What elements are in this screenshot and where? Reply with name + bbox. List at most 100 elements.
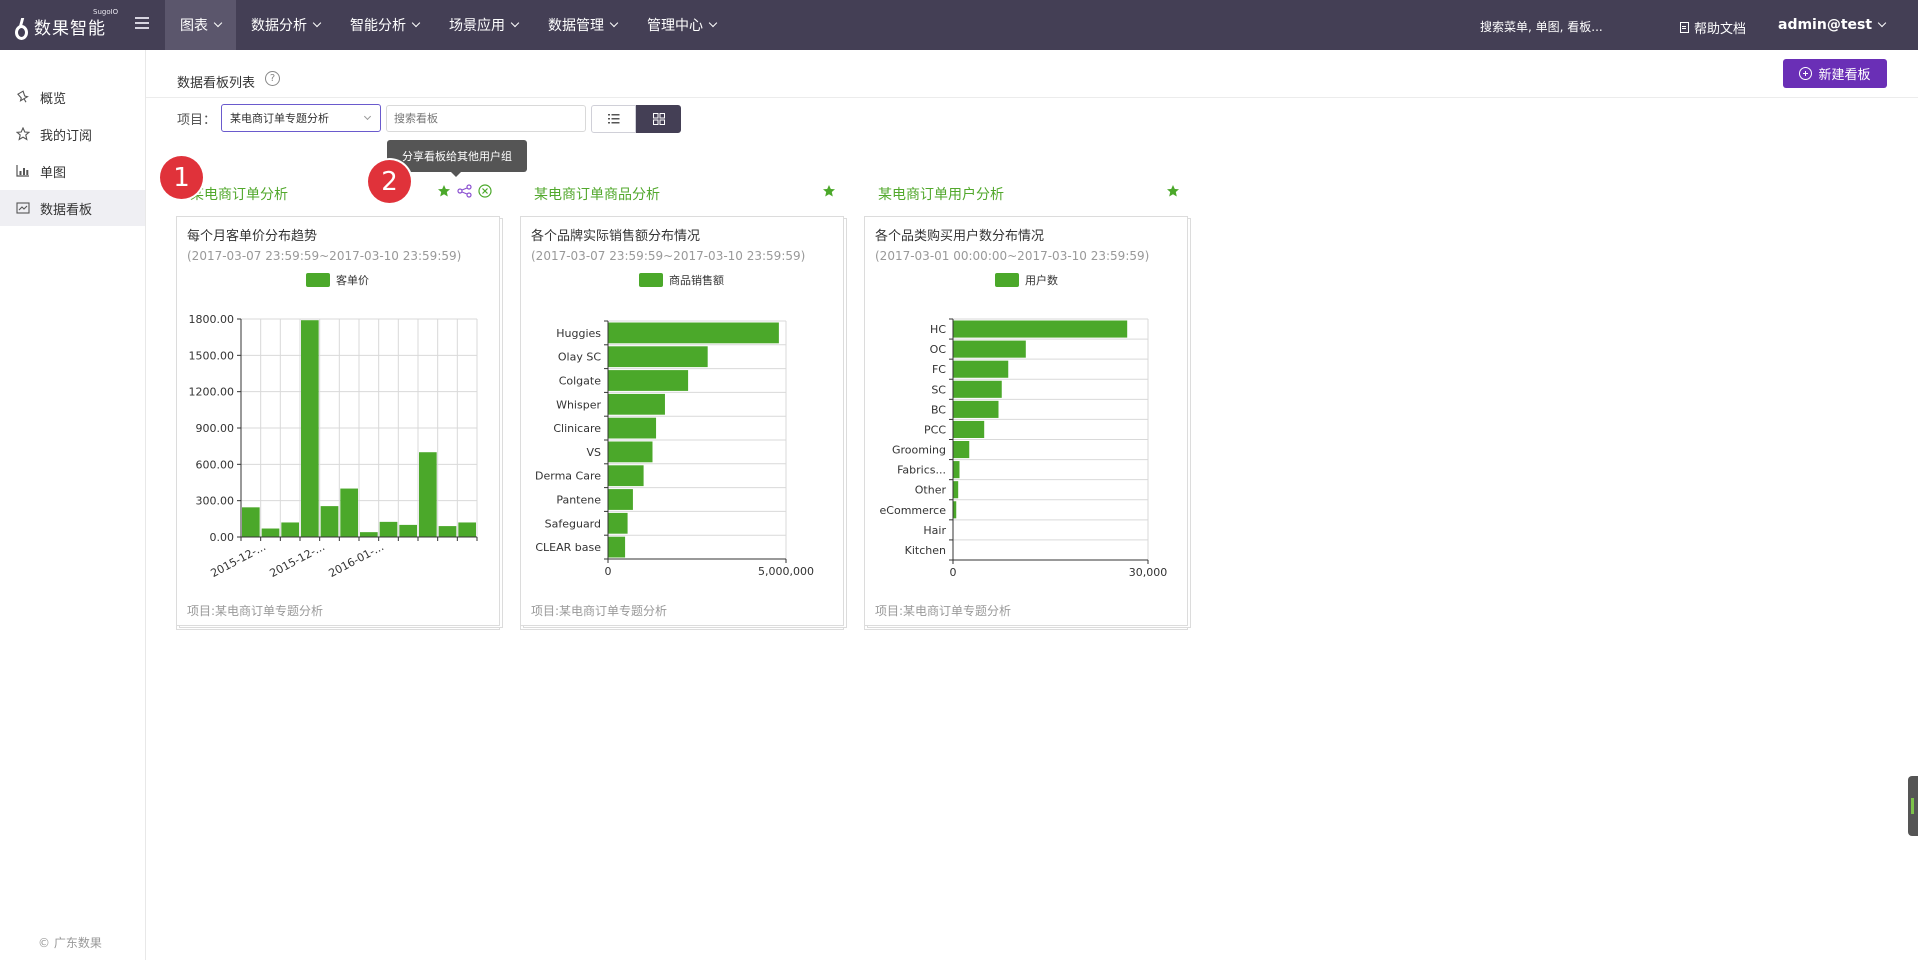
chevron-down-icon (510, 18, 520, 28)
y-tick-label: 1500.00 (189, 349, 235, 362)
dashboard-title[interactable]: 某电商订单用户分析 (878, 184, 1004, 204)
chart-project: 项目:某电商订单专题分析 (875, 604, 1012, 618)
chevron-down-icon (609, 18, 619, 28)
brand-logo[interactable]: 数果智能 SugoIO (14, 8, 118, 40)
bar (438, 526, 457, 537)
chart-legend[interactable]: 商品销售额 (639, 272, 724, 288)
list-view-button[interactable] (591, 105, 636, 133)
chevron-down-icon (411, 18, 421, 28)
bar (360, 532, 378, 537)
dashboard-title[interactable]: 某电商订单分析 (190, 184, 288, 204)
dashboard-search-input[interactable] (386, 105, 586, 132)
bar (953, 420, 985, 438)
project-select[interactable]: 某电商订单专题分析 (221, 104, 381, 132)
side-panel-handle[interactable] (1908, 776, 1918, 836)
nav-label: 智能分析 (350, 18, 406, 34)
user-menu[interactable]: admin@test (1778, 17, 1887, 33)
plus-circle-icon (1799, 67, 1813, 80)
legend-label: 商品销售额 (669, 274, 724, 287)
dashboard-actions (1160, 184, 1180, 198)
star-filled-icon[interactable] (1166, 184, 1180, 198)
bar (608, 465, 644, 487)
dashboard-card: 某电商订单商品分析 各个品牌实际销售额分布情况 (2017-03-07 23:5… (520, 178, 856, 630)
dashboard-icon (16, 202, 30, 214)
chart-legend[interactable]: 客单价 (306, 272, 369, 288)
chart-project: 项目:某电商订单专题分析 (187, 604, 324, 618)
nav-item-data-analysis[interactable]: 数据分析 (236, 0, 335, 50)
x-tick-label: 30,000 (1129, 566, 1168, 579)
nav-item-admin-center[interactable]: 管理中心 (632, 0, 731, 50)
menu-toggle-icon[interactable] (135, 17, 149, 29)
y-tick-label: HC (930, 323, 946, 336)
legend-swatch (639, 273, 663, 287)
sidebar-item-label: 我的订阅 (40, 128, 93, 144)
bar (261, 528, 280, 537)
y-tick-label: CLEAR base (535, 541, 601, 554)
x-tick-label: 2015-12-... (268, 540, 327, 580)
y-tick-label: VS (586, 446, 601, 459)
bar (953, 380, 1002, 398)
sidebar-item-dashboards[interactable]: 数据看板 (0, 190, 145, 226)
star-filled-icon[interactable] (437, 184, 451, 198)
main-nav: 图表 数据分析 智能分析 场景应用 数据管理 管理中心 (165, 0, 731, 50)
chevron-down-icon (363, 112, 372, 121)
project-label: 项目： (177, 113, 217, 128)
y-tick-label: Derma Care (535, 470, 601, 483)
page-title: 数据看板列表 (177, 76, 256, 91)
y-tick-label: Olay SC (558, 351, 601, 364)
grid-view-button[interactable] (636, 105, 681, 133)
sidebar-item-single-chart[interactable]: 单图 (0, 153, 145, 189)
y-tick-label: Fabrics... (897, 464, 946, 477)
bar (953, 360, 1009, 378)
y-tick-label: PCC (924, 423, 946, 436)
help-docs-link[interactable]: 帮助文档 (1680, 18, 1746, 37)
nav-label: 数据管理 (548, 18, 604, 34)
bar (953, 461, 960, 479)
copyright: © 广东数果 (38, 936, 102, 950)
sidebar-item-overview[interactable]: 概览 (0, 79, 145, 115)
sidebar-item-subscriptions[interactable]: 我的订阅 (0, 116, 145, 152)
user-name: admin@test (1778, 17, 1873, 33)
bar (242, 507, 260, 537)
x-tick-label: 5,000,000 (758, 565, 814, 578)
bar (608, 322, 779, 344)
nav-label: 场景应用 (449, 18, 505, 34)
share-icon[interactable] (457, 184, 472, 198)
close-circle-icon[interactable] (478, 184, 492, 198)
brand-sup: SugoIO (93, 8, 119, 16)
y-tick-label: 1800.00 (189, 313, 235, 326)
top-navbar: 数果智能 SugoIO 图表 数据分析 智能分析 场景应用 数据管理 管理中心 … (0, 0, 1918, 50)
project-select-value: 某电商订单专题分析 (230, 112, 329, 125)
y-tick-label: 900.00 (196, 422, 235, 435)
star-filled-icon[interactable] (822, 184, 836, 198)
bar (399, 524, 417, 537)
bar (301, 320, 319, 537)
help-label: 帮助文档 (1694, 22, 1747, 37)
y-tick-label: Grooming (892, 444, 946, 457)
chart-date-range: (2017-03-07 23:59:59~2017-03-10 23:59:59… (531, 249, 806, 263)
chart-title: 每个月客单价分布趋势 (187, 229, 318, 244)
page-header: 数据看板列表 ? 新建看板 (146, 50, 1918, 98)
chart-legend[interactable]: 用户数 (995, 272, 1058, 288)
chart-card[interactable]: 各个品类购买用户数分布情况 (2017-03-01 00:00:00~2017-… (864, 216, 1188, 626)
nav-item-charts[interactable]: 图表 (165, 0, 236, 50)
y-tick-label: Whisper (556, 398, 601, 411)
nav-label: 数据分析 (251, 18, 307, 34)
y-tick-label: Safeguard (545, 517, 601, 530)
chart-card[interactable]: 各个品牌实际销售额分布情况 (2017-03-07 23:59:59~2017-… (520, 216, 844, 626)
y-tick-label: 0.00 (210, 531, 235, 544)
bar (458, 522, 476, 537)
y-tick-label: 600.00 (196, 458, 235, 471)
nav-item-data-management[interactable]: 数据管理 (533, 0, 632, 50)
chevron-down-icon (312, 18, 322, 28)
bar (340, 488, 358, 537)
share-tooltip: 分享看板给其他用户组 (387, 140, 527, 177)
new-dashboard-button[interactable]: 新建看板 (1783, 59, 1887, 88)
nav-item-scenarios[interactable]: 场景应用 (434, 0, 533, 50)
help-question-icon[interactable]: ? (265, 71, 280, 86)
dashboard-title[interactable]: 某电商订单商品分析 (534, 184, 660, 204)
chart-card[interactable]: 每个月客单价分布趋势 (2017-03-07 23:59:59~2017-03-… (176, 216, 500, 626)
nav-item-smart-analysis[interactable]: 智能分析 (335, 0, 434, 50)
legend-swatch (306, 273, 330, 287)
global-search[interactable]: 搜索菜单, 单图, 看板... (1480, 18, 1603, 35)
